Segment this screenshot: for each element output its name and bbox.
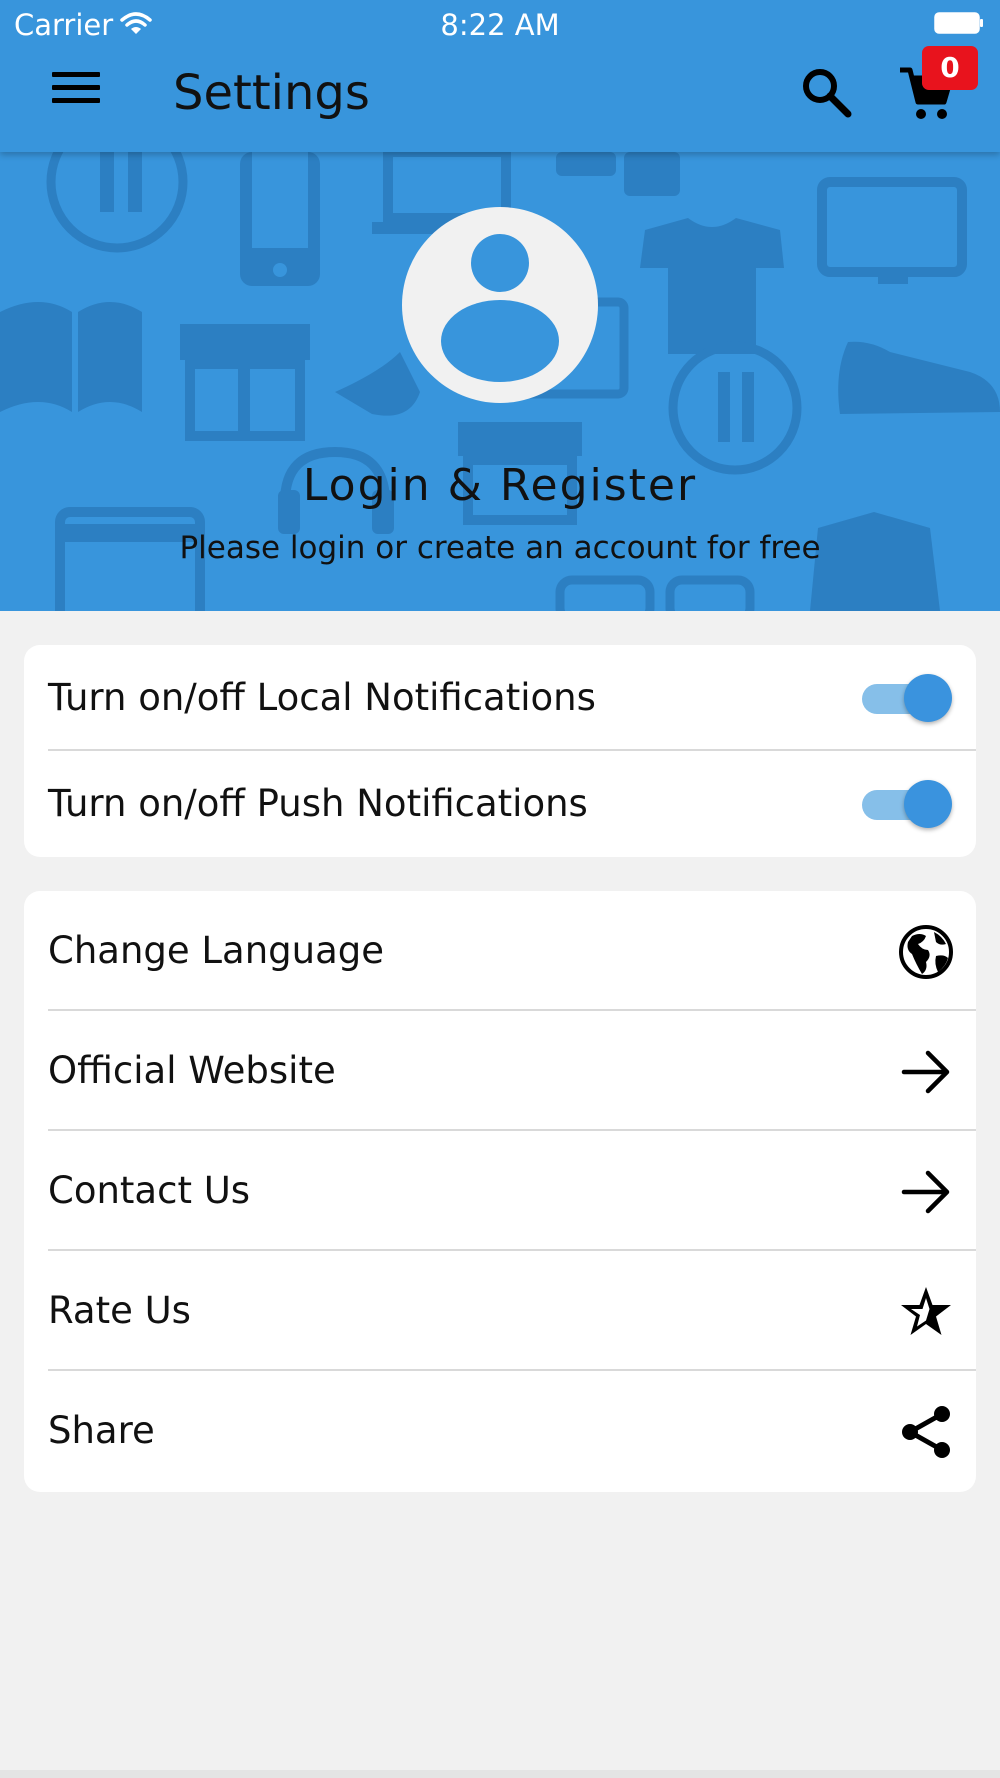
- login-register-link[interactable]: Login & Register: [0, 460, 1000, 511]
- search-icon[interactable]: [798, 64, 854, 120]
- cart-badge: 0: [922, 46, 978, 90]
- menu-item-share[interactable]: Share: [24, 1371, 976, 1491]
- login-subtitle: Please login or create an account for fr…: [179, 530, 821, 566]
- battery-icon: [934, 12, 983, 34]
- globe-icon: [899, 925, 953, 979]
- settings-menu-card: Change Language Official Website Contact…: [24, 891, 976, 1492]
- star-icon: [901, 1287, 951, 1335]
- menu-icon[interactable]: [52, 72, 100, 112]
- local-notifications-toggle[interactable]: [862, 674, 952, 722]
- menu-item-label: Contact Us: [48, 1169, 251, 1212]
- menu-item-label: Share: [48, 1409, 155, 1452]
- notifications-card: Turn on/off Local Notifications Turn on/…: [24, 645, 976, 857]
- menu-item-change-language[interactable]: Change Language: [24, 891, 976, 1011]
- profile-banner: Login & Register Please login or create …: [0, 152, 1000, 611]
- user-icon: [441, 234, 559, 382]
- menu-item-label: Change Language: [48, 929, 385, 972]
- local-notifications-label: Turn on/off Local Notifications: [48, 676, 596, 719]
- arrow-right-icon: [901, 1170, 950, 1214]
- avatar[interactable]: [402, 207, 598, 403]
- menu-item-contact-us[interactable]: Contact Us: [24, 1131, 976, 1251]
- page-title: Settings: [173, 65, 370, 121]
- status-bar: Carrier 8:22 AM: [0, 0, 1000, 50]
- share-icon: [902, 1406, 950, 1458]
- push-notifications-toggle[interactable]: [862, 780, 952, 828]
- app-bar: Carrier 8:22 AM Settings: [0, 0, 1000, 152]
- home-indicator-area: [0, 1770, 1000, 1778]
- status-time: 8:22 AM: [440, 8, 560, 42]
- menu-item-label: Rate Us: [48, 1289, 191, 1332]
- arrow-right-icon: [901, 1050, 950, 1094]
- menu-item-official-website[interactable]: Official Website: [24, 1011, 976, 1131]
- push-notifications-row: Turn on/off Push Notifications: [24, 751, 976, 857]
- menu-item-rate-us[interactable]: Rate Us: [24, 1251, 976, 1371]
- push-notifications-label: Turn on/off Push Notifications: [48, 782, 588, 825]
- menu-item-label: Official Website: [48, 1049, 336, 1092]
- local-notifications-row: Turn on/off Local Notifications: [24, 645, 976, 751]
